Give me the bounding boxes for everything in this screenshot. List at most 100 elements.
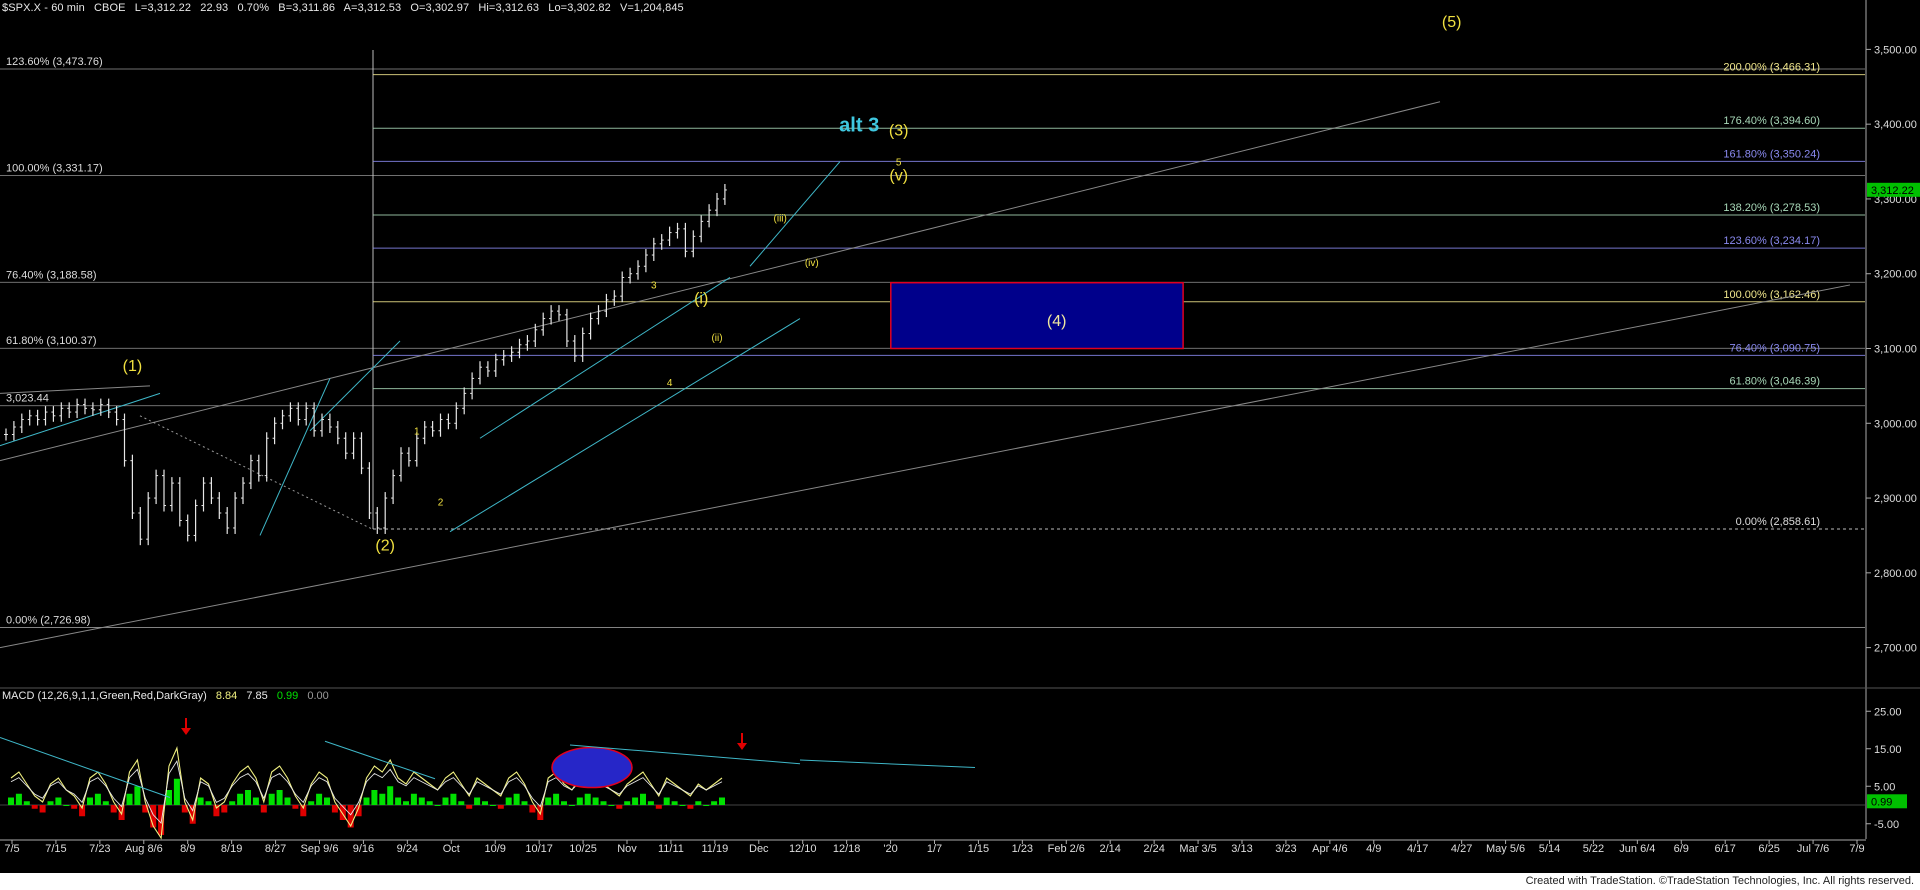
wave-label: (ii) [711, 333, 722, 344]
macd-histogram-bar [711, 801, 718, 805]
time-tick-label: 10/9 [485, 843, 506, 855]
price-tick-label: 2,700.00 [1874, 643, 1917, 655]
macd-histogram-bar [229, 801, 236, 805]
macd-histogram-bar [489, 805, 496, 806]
macd-tick-label: 25.00 [1874, 706, 1902, 718]
time-tick-label: 12/10 [789, 843, 817, 855]
fib-right-label: 123.60% (3,234.17) [1723, 235, 1820, 247]
wave-label: 4 [667, 378, 673, 389]
macd-histogram-bar [197, 797, 204, 805]
macd-histogram-bar [568, 805, 575, 806]
time-tick-label: 7/5 [4, 843, 19, 855]
price-tick-label: 3,400.00 [1874, 119, 1917, 131]
time-tick-label: Mar 3/5 [1179, 843, 1216, 855]
time-tick-label: 10/17 [525, 843, 553, 855]
net-change: 22.93 [200, 2, 229, 14]
macd-histogram-bar [134, 786, 141, 805]
macd-value-2: 7.85 [246, 690, 268, 702]
macd-histogram-bar [55, 797, 62, 805]
macd-histogram-bar [482, 801, 488, 805]
macd-histogram-bar [205, 801, 212, 805]
macd-histogram-bar [442, 797, 449, 805]
wave-label: 1 [414, 426, 420, 437]
wave-label: (iii) [774, 213, 787, 224]
macd-histogram-bar [15, 793, 22, 805]
time-tick-label: 7/15 [45, 843, 66, 855]
macd-histogram-bar [545, 797, 552, 805]
macd-histogram-bar [505, 797, 512, 805]
current-price-label: 3,312.22 [1871, 185, 1914, 197]
exchange: CBOE [93, 2, 126, 14]
macd-value-3: 0.99 [276, 690, 299, 702]
macd-histogram-bar [418, 797, 425, 805]
ask: A=3,312.53 [343, 2, 402, 14]
macd-histogram-bar [150, 805, 157, 828]
low: Lo=3,302.82 [548, 2, 611, 14]
macd-histogram-bar [553, 793, 560, 805]
macd-histogram-bar [497, 805, 504, 809]
time-tick-label: Jul 7/6 [1797, 843, 1829, 855]
macd-histogram-bar [71, 805, 78, 809]
fib-right-label: 176.40% (3,394.60) [1723, 115, 1820, 127]
macd-histogram-bar [426, 801, 433, 805]
fib-left-label: 76.40% (3,188.58) [6, 269, 97, 281]
macd-tick-label: 5.00 [1874, 781, 1895, 793]
macd-histogram-bar [363, 797, 370, 805]
time-tick-label: 9/16 [353, 843, 374, 855]
macd-histogram-bar [173, 778, 180, 805]
wave-label: (iv) [805, 258, 819, 269]
macd-histogram-bar [450, 793, 457, 805]
macd-histogram-bar [616, 805, 623, 809]
time-tick-label: May 5/6 [1486, 843, 1525, 855]
bid: B=3,311.86 [278, 2, 336, 14]
time-tick-label: Sep 9/6 [301, 843, 339, 855]
macd-histogram-bar [284, 797, 291, 805]
macd-histogram-bar [576, 797, 583, 805]
macd-histogram-bar [695, 801, 702, 805]
chart-header: $SPX.X - 60 min CBOE L=3,312.22 22.93 0.… [2, 2, 690, 14]
macd-histogram-bar [624, 801, 631, 805]
time-tick-label: 4/9 [1366, 843, 1381, 855]
wave-4-box [890, 281, 1184, 350]
fib-right-label: 76.40% (3,090.75) [1729, 342, 1820, 354]
macd-histogram-bar [632, 797, 639, 805]
macd-histogram-bar [8, 797, 14, 805]
time-tick-label: 2/24 [1143, 843, 1164, 855]
price-tick-label: 3,500.00 [1874, 44, 1917, 56]
symbol: $SPX.X - 60 min [2, 2, 85, 14]
macd-histogram-bar [513, 793, 520, 805]
footer-text: Created with TradeStation. ©TradeStation… [1525, 875, 1914, 887]
fib-left-label: 61.80% (3,100.37) [6, 335, 97, 347]
time-tick-label: 6/9 [1674, 843, 1689, 855]
macd-histogram-bar [292, 805, 299, 809]
macd-histogram-bar [237, 793, 244, 805]
macd-value-1: 8.84 [215, 690, 238, 702]
time-tick-label: 5/22 [1583, 843, 1604, 855]
high: Hi=3,312.63 [478, 2, 540, 14]
macd-histogram-bar [561, 801, 567, 805]
time-tick-label: 8/27 [265, 843, 286, 855]
time-tick-label: Apr 4/6 [1312, 843, 1347, 855]
time-tick-label: 4/17 [1407, 843, 1428, 855]
fib-right-label: 100.00% (3,162.46) [1723, 289, 1820, 301]
time-axis: 7/5 7/15 7/23 Aug 8/6 8/9 8/19 8/27 Sep 9/6 9/16… [0, 839, 1866, 855]
fib-left-label: 0.00% (2,726.98) [6, 614, 90, 626]
time-tick-label: Dec [749, 843, 769, 855]
fib-left-label: 123.60% (3,473.76) [6, 56, 103, 68]
wave-label: (i) [694, 291, 708, 308]
macd-histogram-bar [87, 797, 93, 805]
time-tick-label: 5/14 [1539, 843, 1560, 855]
wave-label: (4) [1047, 313, 1067, 330]
macd-histogram-bar [466, 805, 473, 809]
macd-histogram-bar [663, 797, 670, 805]
wave-label: (5) [1442, 14, 1462, 31]
macd-histogram-bar [719, 797, 725, 805]
macd-label: MACD (12,26,9,1,1,Green,Red,DarkGray) [2, 690, 207, 702]
macd-histogram-bar [23, 801, 30, 805]
price-tick-label: 2,800.00 [1874, 568, 1917, 580]
macd-histogram-bar [395, 797, 402, 805]
time-tick-label: 11/19 [701, 843, 728, 855]
time-tick-label: 2/14 [1100, 843, 1121, 855]
fib-right-label: 0.00% (2,858.61) [1736, 516, 1820, 528]
macd-histogram-bar [521, 801, 528, 805]
